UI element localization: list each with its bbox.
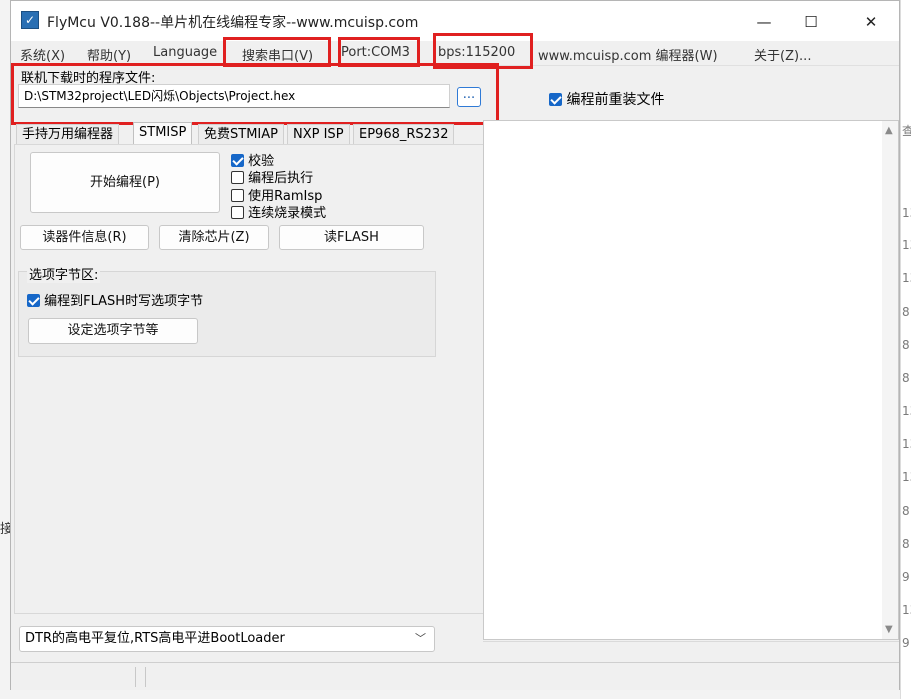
write-option-byte-label: 编程到FLASH时写选项字节: [44, 294, 204, 309]
menu-about[interactable]: 关于(Z)...: [754, 45, 811, 64]
menu-system[interactable]: 系统(X): [20, 45, 65, 64]
close-button[interactable]: ✕: [848, 9, 894, 35]
background-text: 9: [902, 570, 910, 584]
background-text: 查: [902, 122, 911, 139]
checkbox-checked-icon: [27, 294, 40, 307]
write-option-byte-checkbox[interactable]: 编程到FLASH时写选项字节: [27, 290, 203, 309]
checkbox-unchecked-icon: [231, 171, 244, 184]
chevron-down-icon: ﹀: [415, 632, 426, 645]
status-separator: [145, 667, 146, 687]
checkbox-unchecked-icon: [231, 189, 244, 202]
background-text: 13: [902, 404, 911, 418]
background-text: 8: [902, 305, 910, 319]
scroll-up-icon[interactable]: ▲: [885, 125, 893, 136]
set-option-bytes-button[interactable]: 设定选项字节等: [28, 318, 198, 344]
menu-help[interactable]: 帮助(Y): [87, 45, 131, 64]
menu-language[interactable]: Language: [153, 45, 217, 60]
background-text: 8: [902, 504, 910, 518]
tab-free-stmiap[interactable]: 免费STMIAP: [198, 124, 284, 145]
tab-nxp-isp[interactable]: NXP ISP: [287, 124, 350, 145]
flymcu-window: ✓ FlyMcu V0.188--单片机在线编程专家--www.mcuisp.c…: [10, 0, 900, 690]
reload-label: 编程前重装文件: [566, 92, 665, 108]
background-text: 13: [902, 238, 911, 252]
menu-programmer[interactable]: www.mcuisp.com 编程器(W): [538, 45, 718, 64]
scroll-down-icon[interactable]: ▼: [885, 624, 893, 635]
browse-button[interactable]: ...: [457, 87, 481, 107]
tab-ep968[interactable]: EP968_RS232: [353, 124, 455, 145]
background-text: 8: [902, 338, 910, 352]
log-horizontal-scrollbar[interactable]: [483, 641, 899, 660]
program-file-input[interactable]: D:\STM32project\LED闪烁\Objects\Project.he…: [18, 84, 450, 108]
erase-chip-button[interactable]: 清除芯片(Z): [159, 225, 269, 250]
flymcu-app-icon: ✓: [21, 11, 39, 29]
minimize-button[interactable]: —: [741, 9, 787, 35]
run-after-program-checkbox[interactable]: 编程后执行: [231, 167, 313, 186]
log-vertical-scrollbar[interactable]: ▲ ▼: [882, 121, 898, 639]
background-text: 9: [902, 636, 910, 650]
log-output[interactable]: ▲ ▼: [483, 120, 899, 640]
reload-before-program-checkbox[interactable]: 编程前重装文件: [549, 89, 664, 109]
checkbox-unchecked-icon: [231, 206, 244, 219]
tab-stmisp[interactable]: STMISP: [133, 122, 193, 146]
background-text: 13: [902, 271, 911, 285]
checkbox-checked-icon: [231, 154, 244, 167]
background-text: 13: [902, 603, 911, 617]
maximize-button[interactable]: ☐: [788, 9, 834, 35]
background-text: 13: [902, 470, 911, 484]
status-bar: [11, 662, 899, 690]
option-byte-group: [18, 271, 436, 357]
continuous-burn-checkbox[interactable]: 连续烧录模式: [231, 202, 326, 221]
background-text: 8: [902, 537, 910, 551]
boot-mode-select[interactable]: DTR的高电平复位,RTS高电平进BootLoader ﹀: [19, 626, 435, 652]
background-text: 13: [902, 437, 911, 451]
run-after-label: 编程后执行: [248, 171, 314, 186]
status-separator: [135, 667, 136, 687]
read-device-info-button[interactable]: 读器件信息(R): [20, 225, 149, 250]
start-program-button[interactable]: 开始编程(P): [30, 152, 220, 213]
background-text: 8: [902, 371, 910, 385]
window-title: FlyMcu V0.188--单片机在线编程专家--www.mcuisp.com: [47, 15, 419, 31]
boot-mode-value: DTR的高电平复位,RTS高电平进BootLoader: [25, 631, 285, 646]
checkbox-checked-icon: [549, 93, 562, 106]
tab-handheld-programmer[interactable]: 手持万用编程器: [16, 124, 120, 145]
background-window: 查 13 13 13 8 8 8 13 13 13 8 8 9 13 9: [900, 0, 911, 699]
tab-bar: 手持万用编程器 STMISP 免费STMIAP NXP ISP EP968_RS…: [16, 122, 486, 146]
option-byte-group-title: 选项字节区:: [27, 264, 101, 283]
continuous-burn-label: 连续烧录模式: [248, 206, 327, 221]
background-text: 13: [902, 206, 911, 220]
read-flash-button[interactable]: 读FLASH: [279, 225, 424, 250]
